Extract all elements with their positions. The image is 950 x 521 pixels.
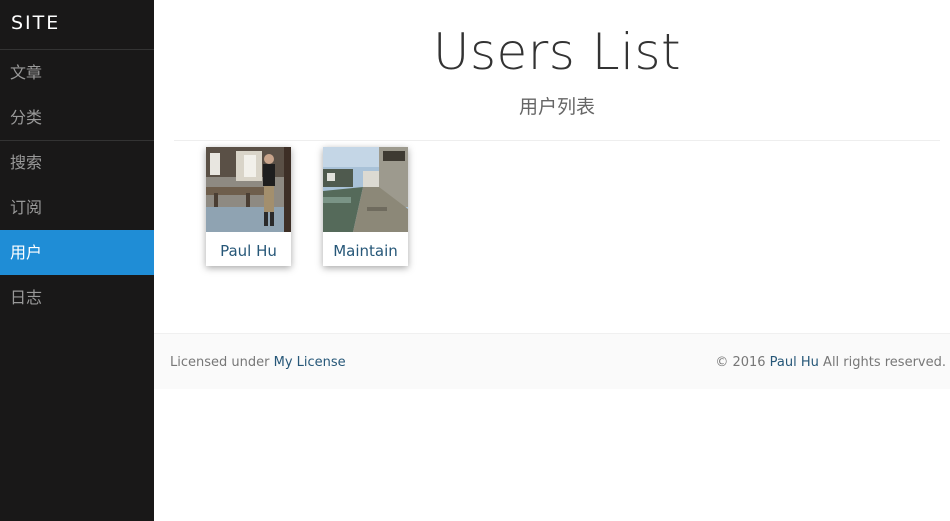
sidebar-item-categories[interactable]: 分类 <box>0 95 154 140</box>
sidebar-nav: 文章 分类 搜索 订阅 用户 日志 <box>0 50 154 320</box>
sidebar-item-search[interactable]: 搜索 <box>0 140 154 185</box>
footer-copyright-suffix: All rights reserved. <box>823 355 946 370</box>
main-content: Users List 用户列表 Paul Hu Maintain License… <box>154 0 950 521</box>
footer-license-text: Licensed under <box>170 355 270 370</box>
page-title: Users List <box>432 23 682 81</box>
author-link[interactable]: Paul Hu <box>770 355 819 370</box>
sidebar-item-logs[interactable]: 日志 <box>0 275 154 320</box>
sidebar: SITE 文章 分类 搜索 订阅 用户 日志 <box>0 0 154 521</box>
page-subtitle: 用户列表 <box>518 96 595 118</box>
sidebar-item-subscribe[interactable]: 订阅 <box>0 185 154 230</box>
user-card[interactable]: Paul Hu <box>206 147 291 266</box>
user-avatar-photo[interactable] <box>206 147 291 232</box>
footer-license: Licensed under My License <box>170 334 346 391</box>
sidebar-item-articles[interactable]: 文章 <box>0 50 154 95</box>
sidebar-item-users[interactable]: 用户 <box>0 230 154 275</box>
footer-copyright-year: © 2016 <box>715 355 766 370</box>
user-avatar-photo[interactable] <box>323 147 408 232</box>
user-card[interactable]: Maintain <box>323 147 408 266</box>
user-name[interactable]: Paul Hu <box>206 232 291 266</box>
user-name[interactable]: Maintain <box>323 232 408 266</box>
page-header: Users List 用户列表 <box>174 0 940 141</box>
license-link[interactable]: My License <box>274 355 346 370</box>
footer-copyright: © 2016 Paul Hu All rights reserved. <box>715 334 946 391</box>
site-brand[interactable]: SITE <box>0 0 154 50</box>
page-footer: Licensed under My License © 2016 Paul Hu… <box>154 333 950 389</box>
